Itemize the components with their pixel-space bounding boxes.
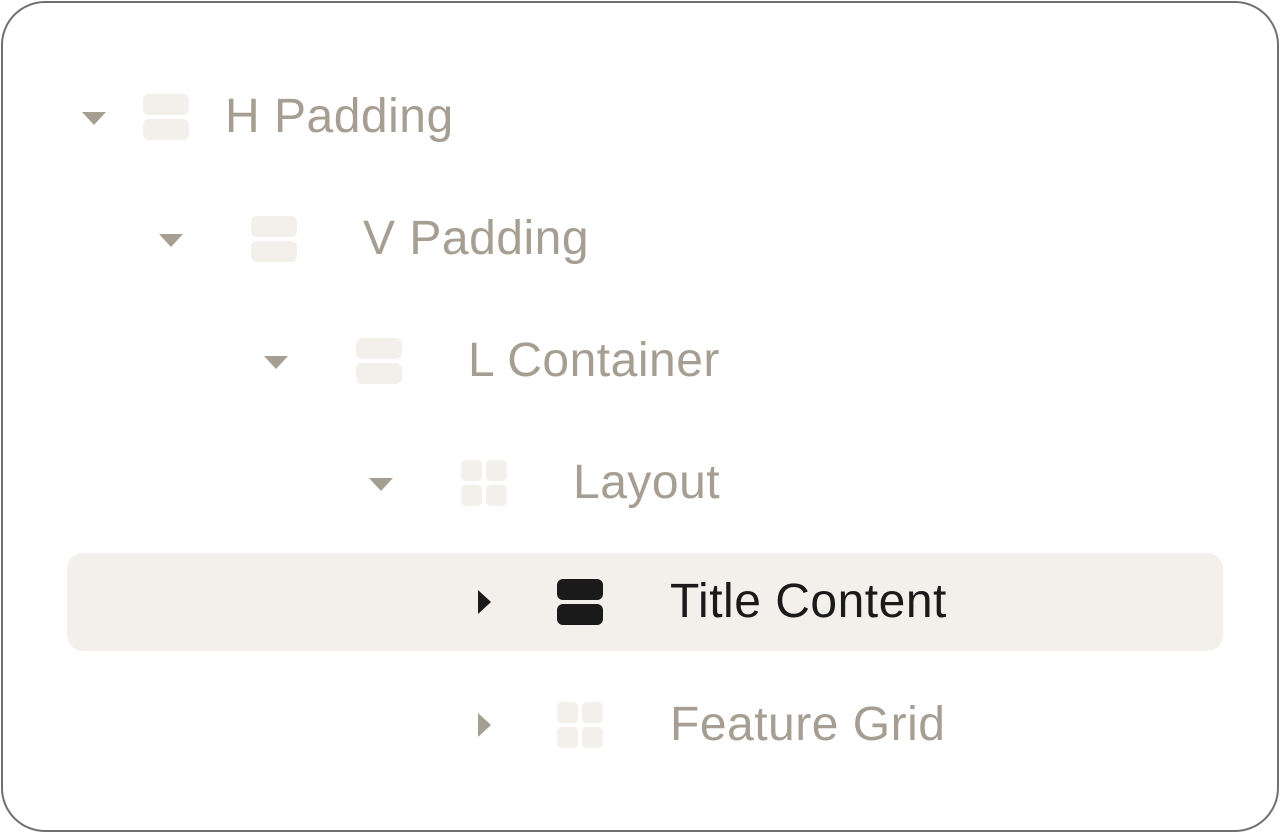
tree-item-label: Feature Grid: [670, 698, 946, 751]
chevron-right-icon[interactable]: [478, 713, 491, 737]
layer-tree-panel: H Padding V Padding L Container Layout T…: [1, 1, 1279, 832]
stack-icon: [143, 94, 189, 140]
tree-item-title-content[interactable]: Title Content: [67, 553, 1223, 651]
grid-icon: [557, 702, 603, 748]
tree-item-h-padding[interactable]: H Padding: [67, 68, 1223, 166]
stack-icon: [251, 216, 297, 262]
stack-icon: [356, 338, 402, 384]
stack-icon: [557, 579, 603, 625]
chevron-down-icon[interactable]: [82, 112, 106, 125]
chevron-down-icon[interactable]: [159, 234, 183, 247]
tree-item-l-container[interactable]: L Container: [67, 312, 1223, 410]
tree-item-label: H Padding: [225, 90, 454, 143]
tree-item-v-padding[interactable]: V Padding: [67, 190, 1223, 288]
tree-item-feature-grid[interactable]: Feature Grid: [67, 676, 1223, 774]
chevron-down-icon[interactable]: [369, 478, 393, 491]
chevron-down-icon[interactable]: [264, 356, 288, 369]
tree-item-label: V Padding: [363, 212, 590, 265]
grid-icon: [461, 460, 507, 506]
tree-item-layout[interactable]: Layout: [67, 434, 1223, 532]
tree-item-label: L Container: [468, 334, 720, 387]
chevron-right-icon[interactable]: [478, 590, 491, 614]
tree-item-label: Title Content: [670, 575, 947, 628]
tree-item-label: Layout: [573, 456, 721, 509]
